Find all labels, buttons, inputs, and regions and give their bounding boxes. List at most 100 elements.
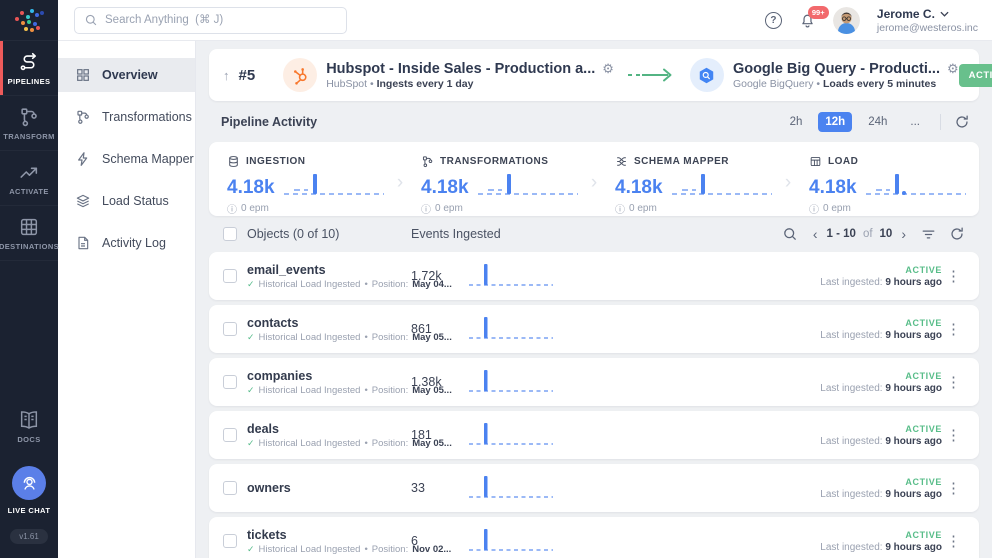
- source-settings-gear-icon[interactable]: ⚙: [602, 61, 614, 77]
- range-more[interactable]: ...: [903, 112, 927, 132]
- user-menu[interactable]: Jerome C. jerome@westeros.inc: [877, 7, 978, 34]
- object-note: Historical Load Ingested: [258, 543, 361, 555]
- info-icon: ⓘ: [227, 205, 237, 216]
- object-row-owners[interactable]: owners ✓ • 33 ACTIVE Last ingested: 9 ho…: [209, 464, 979, 512]
- row-kebab-menu[interactable]: ⋮: [942, 479, 965, 497]
- divider: [940, 113, 941, 130]
- activity-bar: Pipeline Activity 2h 12h 24h ...: [209, 101, 979, 142]
- page-next-icon[interactable]: ›: [899, 226, 908, 242]
- docs-icon: [20, 411, 38, 429]
- dot-separator: •: [364, 437, 368, 449]
- sidebar-label-transform: TRANSFORM: [3, 131, 55, 141]
- hubspot-sprocket-icon: [293, 67, 307, 85]
- transform-icon: [21, 107, 37, 126]
- object-row-contacts[interactable]: contacts ✓ Historical Load Ingested • Po…: [209, 305, 979, 353]
- pipeline-stages-card: INGESTION 4.18k ⓘ 0 epm › TRANSFORMATION…: [209, 142, 979, 216]
- position-label: Position:: [371, 384, 409, 396]
- global-search[interactable]: [74, 6, 347, 34]
- row-checkbox[interactable]: [223, 322, 237, 336]
- object-name: deals: [247, 421, 279, 436]
- objects-search-icon[interactable]: [782, 226, 798, 242]
- row-sparkline: [469, 264, 553, 286]
- sidebar-item-docs[interactable]: DOCS: [17, 409, 40, 444]
- object-status: ACTIVE: [905, 476, 942, 487]
- sidebar-item-pipelines[interactable]: PIPELINES: [0, 41, 58, 96]
- transformations-icon: [77, 110, 89, 124]
- page-prev-icon[interactable]: ‹: [811, 226, 820, 242]
- object-row-email-events[interactable]: email_events ✓ Historical Load Ingested …: [209, 252, 979, 300]
- load-status-icon: [76, 194, 90, 208]
- collapse-arrow-icon[interactable]: ↑: [223, 68, 230, 83]
- row-kebab-menu[interactable]: ⋮: [942, 320, 965, 338]
- app-logo[interactable]: [0, 0, 58, 41]
- row-checkbox[interactable]: [223, 269, 237, 283]
- subnav-item-activity-log[interactable]: Activity Log: [58, 226, 195, 260]
- object-note: Historical Load Ingested: [258, 384, 361, 396]
- sidebar-item-activate[interactable]: ACTIVATE: [0, 151, 58, 206]
- activity-refresh-icon[interactable]: [954, 114, 970, 130]
- stage-label: LOAD: [828, 156, 859, 167]
- object-row-deals[interactable]: deals ✓ Historical Load Ingested • Posit…: [209, 411, 979, 459]
- object-row-companies[interactable]: companies ✓ Historical Load Ingested • P…: [209, 358, 979, 406]
- pipeline-number: #5: [238, 66, 256, 84]
- help-icon[interactable]: ?: [764, 11, 782, 29]
- pipeline-status-badge: ACTIVE: [958, 63, 992, 87]
- row-checkbox[interactable]: [223, 481, 237, 495]
- range-24h[interactable]: 24h: [861, 112, 894, 132]
- object-row-tickets[interactable]: tickets ✓ Historical Load Ingested • Pos…: [209, 517, 979, 558]
- row-kebab-menu[interactable]: ⋮: [942, 426, 965, 444]
- stage-epm-value: 0 epm: [629, 203, 657, 214]
- last-ingested-value: 9 hours ago: [885, 276, 942, 288]
- logo-dot: [30, 9, 34, 13]
- row-kebab-menu[interactable]: ⋮: [942, 267, 965, 285]
- avatar[interactable]: [832, 6, 860, 34]
- subnav-item-schema-mapper[interactable]: Schema Mapper: [58, 142, 195, 176]
- user-email: jerome@westeros.inc: [876, 21, 978, 34]
- position-label: Position:: [371, 543, 409, 555]
- destination-schedule: Loads every 5 minutes: [823, 77, 937, 90]
- info-icon: ⓘ: [809, 205, 819, 216]
- last-ingested-value: 9 hours ago: [885, 382, 942, 394]
- object-name: contacts: [247, 315, 299, 330]
- sidebar-bottom: DOCS LIVE CHAT v1.61: [0, 409, 58, 558]
- events-count: 33: [411, 481, 425, 495]
- subnav-item-overview[interactable]: Overview: [58, 58, 195, 92]
- destination-settings-gear-icon[interactable]: ⚙: [947, 61, 959, 77]
- stage-epm-value: 0 epm: [241, 203, 269, 214]
- live-chat-button[interactable]: [12, 466, 46, 500]
- last-ingested-value: 9 hours ago: [885, 435, 942, 447]
- row-checkbox[interactable]: [223, 428, 237, 442]
- notification-badge: 99+: [807, 5, 829, 19]
- object-name: companies: [247, 368, 313, 383]
- position-label: Position:: [371, 437, 409, 449]
- subnav-item-transformations[interactable]: Transformations: [58, 100, 195, 134]
- row-kebab-menu[interactable]: ⋮: [942, 532, 965, 550]
- row-kebab-menu[interactable]: ⋮: [942, 373, 965, 391]
- stage-value: 4.18k: [615, 177, 663, 198]
- objects-refresh-icon[interactable]: [949, 226, 965, 242]
- select-all-checkbox[interactable]: [223, 227, 237, 241]
- range-12h[interactable]: 12h: [818, 111, 853, 132]
- events-count: 181: [411, 428, 432, 442]
- row-checkbox[interactable]: [223, 375, 237, 389]
- object-name: owners: [247, 481, 291, 495]
- hubspot-logo: [283, 58, 318, 92]
- page-range: 1 - 10: [826, 228, 856, 240]
- range-2h[interactable]: 2h: [783, 112, 810, 132]
- last-ingested-label: Last ingested:: [820, 382, 883, 394]
- notifications-button[interactable]: 99+: [799, 5, 829, 29]
- destination-type: Google BigQuery: [732, 77, 814, 90]
- position-label: Position:: [371, 278, 409, 290]
- source-title: Hubspot - Inside Sales - Production a...: [326, 60, 596, 77]
- search-input[interactable]: [105, 14, 337, 26]
- filter-icon[interactable]: [921, 227, 936, 242]
- check-icon: ✓: [247, 384, 255, 395]
- sidebar-item-destinations[interactable]: DESTINATIONS: [0, 206, 59, 261]
- subnav-label-load-status: Load Status: [102, 194, 169, 208]
- headset-icon: [23, 476, 35, 490]
- stage-schema-mapper: SCHEMA MAPPER 4.18k ⓘ 0 epm: [599, 142, 783, 216]
- subnav-item-load-status[interactable]: Load Status: [58, 184, 195, 218]
- source-schedule: Ingests every 1 day: [376, 77, 474, 90]
- sidebar-item-transform[interactable]: TRANSFORM: [0, 96, 58, 151]
- row-checkbox[interactable]: [223, 534, 237, 548]
